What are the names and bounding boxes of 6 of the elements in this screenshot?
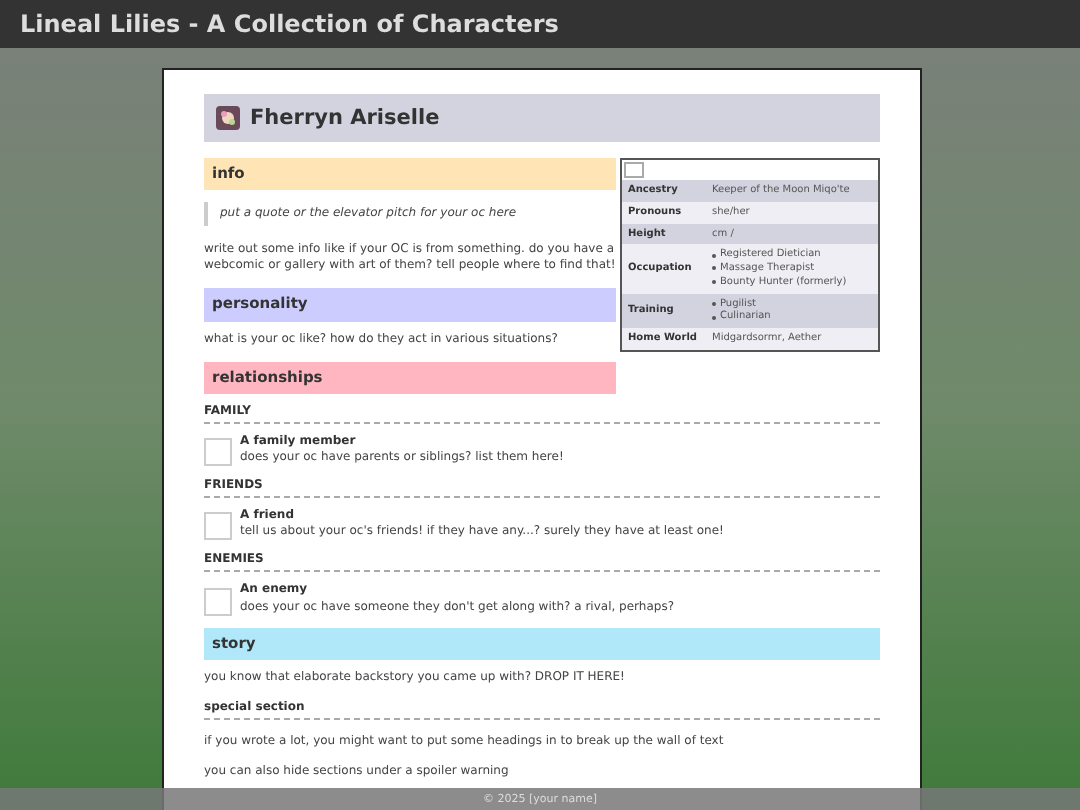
site-title: Lineal Lilies - A Collection of Characters (20, 10, 559, 38)
broken-image-icon (204, 587, 232, 616)
broken-image-icon (624, 162, 644, 178)
broken-image-icon (204, 438, 232, 467)
character-name: Fherryn Ariselle (250, 103, 440, 133)
broken-image-icon (204, 512, 232, 541)
